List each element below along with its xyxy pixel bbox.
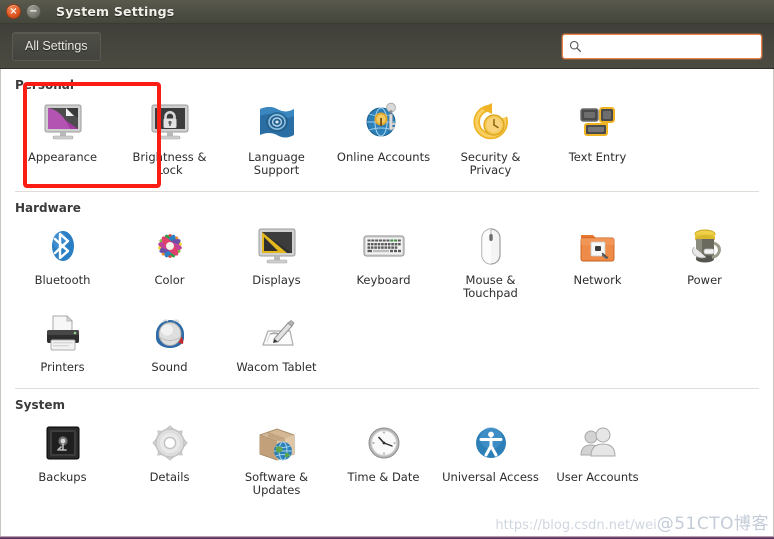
security-privacy-icon xyxy=(467,100,515,148)
search-input[interactable] xyxy=(588,39,755,53)
search-box[interactable] xyxy=(562,33,762,59)
all-settings-button[interactable]: All Settings xyxy=(12,31,101,61)
settings-item-label: Time & Date xyxy=(347,470,420,484)
section-title-system: System xyxy=(15,398,65,412)
network-icon xyxy=(574,223,622,271)
mouse-touchpad-icon xyxy=(467,223,515,271)
settings-item-label: Appearance xyxy=(27,150,98,164)
settings-item-displays[interactable]: Displays xyxy=(223,219,330,306)
section-title-personal: Personal xyxy=(15,78,74,92)
settings-item-security-privacy[interactable]: Security & Privacy xyxy=(437,96,544,183)
time-date-icon xyxy=(360,420,408,468)
settings-item-power[interactable]: Power xyxy=(651,219,758,306)
online-accounts-icon xyxy=(360,100,408,148)
settings-item-label: Sound xyxy=(151,360,188,374)
color-icon xyxy=(146,223,194,271)
watermark: https://blog.csdn.net/wei @51CTO博客 xyxy=(495,509,769,534)
settings-item-label: Keyboard xyxy=(356,273,411,287)
universal-access-icon xyxy=(467,420,515,468)
power-icon xyxy=(681,223,729,271)
settings-item-color[interactable]: Color xyxy=(116,219,223,306)
settings-item-network[interactable]: Network xyxy=(544,219,651,306)
settings-item-time-date[interactable]: Time & Date xyxy=(330,416,437,503)
close-glyph: × xyxy=(9,5,18,17)
details-icon xyxy=(146,420,194,468)
settings-item-user-accounts[interactable]: User Accounts xyxy=(544,416,651,503)
close-icon[interactable]: × xyxy=(6,4,21,19)
watermark-site: @51CTO博客 xyxy=(656,514,769,534)
keyboard-icon xyxy=(360,223,408,271)
backups-icon xyxy=(39,420,87,468)
minimize-glyph: − xyxy=(29,5,38,17)
settings-item-label: Backups xyxy=(38,470,87,484)
brightness-lock-icon xyxy=(146,100,194,148)
system-settings-window: × − System Settings All Settings Persona… xyxy=(0,0,774,539)
settings-item-label: Printers xyxy=(40,360,85,374)
settings-item-wacom-tablet[interactable]: Wacom Tablet xyxy=(223,306,330,380)
settings-item-appearance[interactable]: Appearance xyxy=(9,96,116,183)
settings-item-language-support[interactable]: Language Support xyxy=(223,96,330,183)
toolbar: All Settings xyxy=(0,24,774,69)
window-title: System Settings xyxy=(56,4,175,19)
toolbar-left-group: All Settings xyxy=(12,31,101,61)
sound-icon xyxy=(146,310,194,358)
grid-system: Backups Details Software & Updates Time … xyxy=(1,414,773,507)
settings-item-keyboard[interactable]: Keyboard xyxy=(330,219,437,306)
user-accounts-icon xyxy=(574,420,622,468)
grid-hardware: Bluetooth Color Displays Keyboard Mouse … xyxy=(1,217,773,384)
settings-item-label: Universal Access xyxy=(442,470,539,484)
settings-item-label: Security & Privacy xyxy=(460,150,521,177)
settings-item-sound[interactable]: Sound xyxy=(116,306,223,380)
settings-item-label: Wacom Tablet xyxy=(236,360,317,374)
software-updates-icon xyxy=(253,420,301,468)
displays-icon xyxy=(253,223,301,271)
settings-item-bluetooth[interactable]: Bluetooth xyxy=(9,219,116,306)
text-entry-icon xyxy=(574,100,622,148)
settings-item-label: Displays xyxy=(252,273,301,287)
settings-item-label: Bluetooth xyxy=(34,273,91,287)
settings-item-backups[interactable]: Backups xyxy=(9,416,116,503)
settings-item-label: Power xyxy=(687,273,722,287)
appearance-icon xyxy=(39,100,87,148)
settings-item-label: Online Accounts xyxy=(336,150,431,164)
printers-icon xyxy=(39,310,87,358)
settings-item-details[interactable]: Details xyxy=(116,416,223,503)
settings-item-mouse-touchpad[interactable]: Mouse & Touchpad xyxy=(437,219,544,306)
settings-item-label: Software & Updates xyxy=(244,470,309,497)
window-titlebar: × − System Settings xyxy=(0,0,774,24)
settings-item-printers[interactable]: Printers xyxy=(9,306,116,380)
settings-item-software-updates[interactable]: Software & Updates xyxy=(223,416,330,503)
settings-item-universal-access[interactable]: Universal Access xyxy=(437,416,544,503)
settings-item-label: User Accounts xyxy=(556,470,639,484)
section-system: System Backups Details Software & Update… xyxy=(1,389,773,507)
settings-item-label: Language Support xyxy=(248,150,305,177)
watermark-url: https://blog.csdn.net/wei xyxy=(495,518,657,533)
section-title-hardware: Hardware xyxy=(15,201,81,215)
settings-item-label: Mouse & Touchpad xyxy=(463,273,518,300)
settings-item-label: Color xyxy=(154,273,185,287)
grid-personal: Appearance Brightness & Lock Language Su… xyxy=(1,94,773,187)
settings-item-online-accounts[interactable]: Online Accounts xyxy=(330,96,437,183)
wacom-tablet-icon xyxy=(253,310,301,358)
section-hardware: Hardware Bluetooth Color Displays Keyboa… xyxy=(1,192,773,389)
section-personal: Personal Appearance Brightness & Lock La… xyxy=(1,69,773,192)
settings-item-brightness-lock[interactable]: Brightness & Lock xyxy=(116,96,223,183)
settings-item-text-entry[interactable]: Text Entry xyxy=(544,96,651,183)
settings-item-label: Network xyxy=(573,273,622,287)
settings-item-label: Brightness & Lock xyxy=(132,150,207,177)
bluetooth-icon xyxy=(39,223,87,271)
settings-content: Personal Appearance Brightness & Lock La… xyxy=(0,69,774,536)
minimize-icon[interactable]: − xyxy=(26,4,41,19)
settings-item-label: Details xyxy=(149,470,190,484)
search-icon xyxy=(569,40,582,53)
settings-item-label: Text Entry xyxy=(568,150,627,164)
language-support-icon xyxy=(253,100,301,148)
